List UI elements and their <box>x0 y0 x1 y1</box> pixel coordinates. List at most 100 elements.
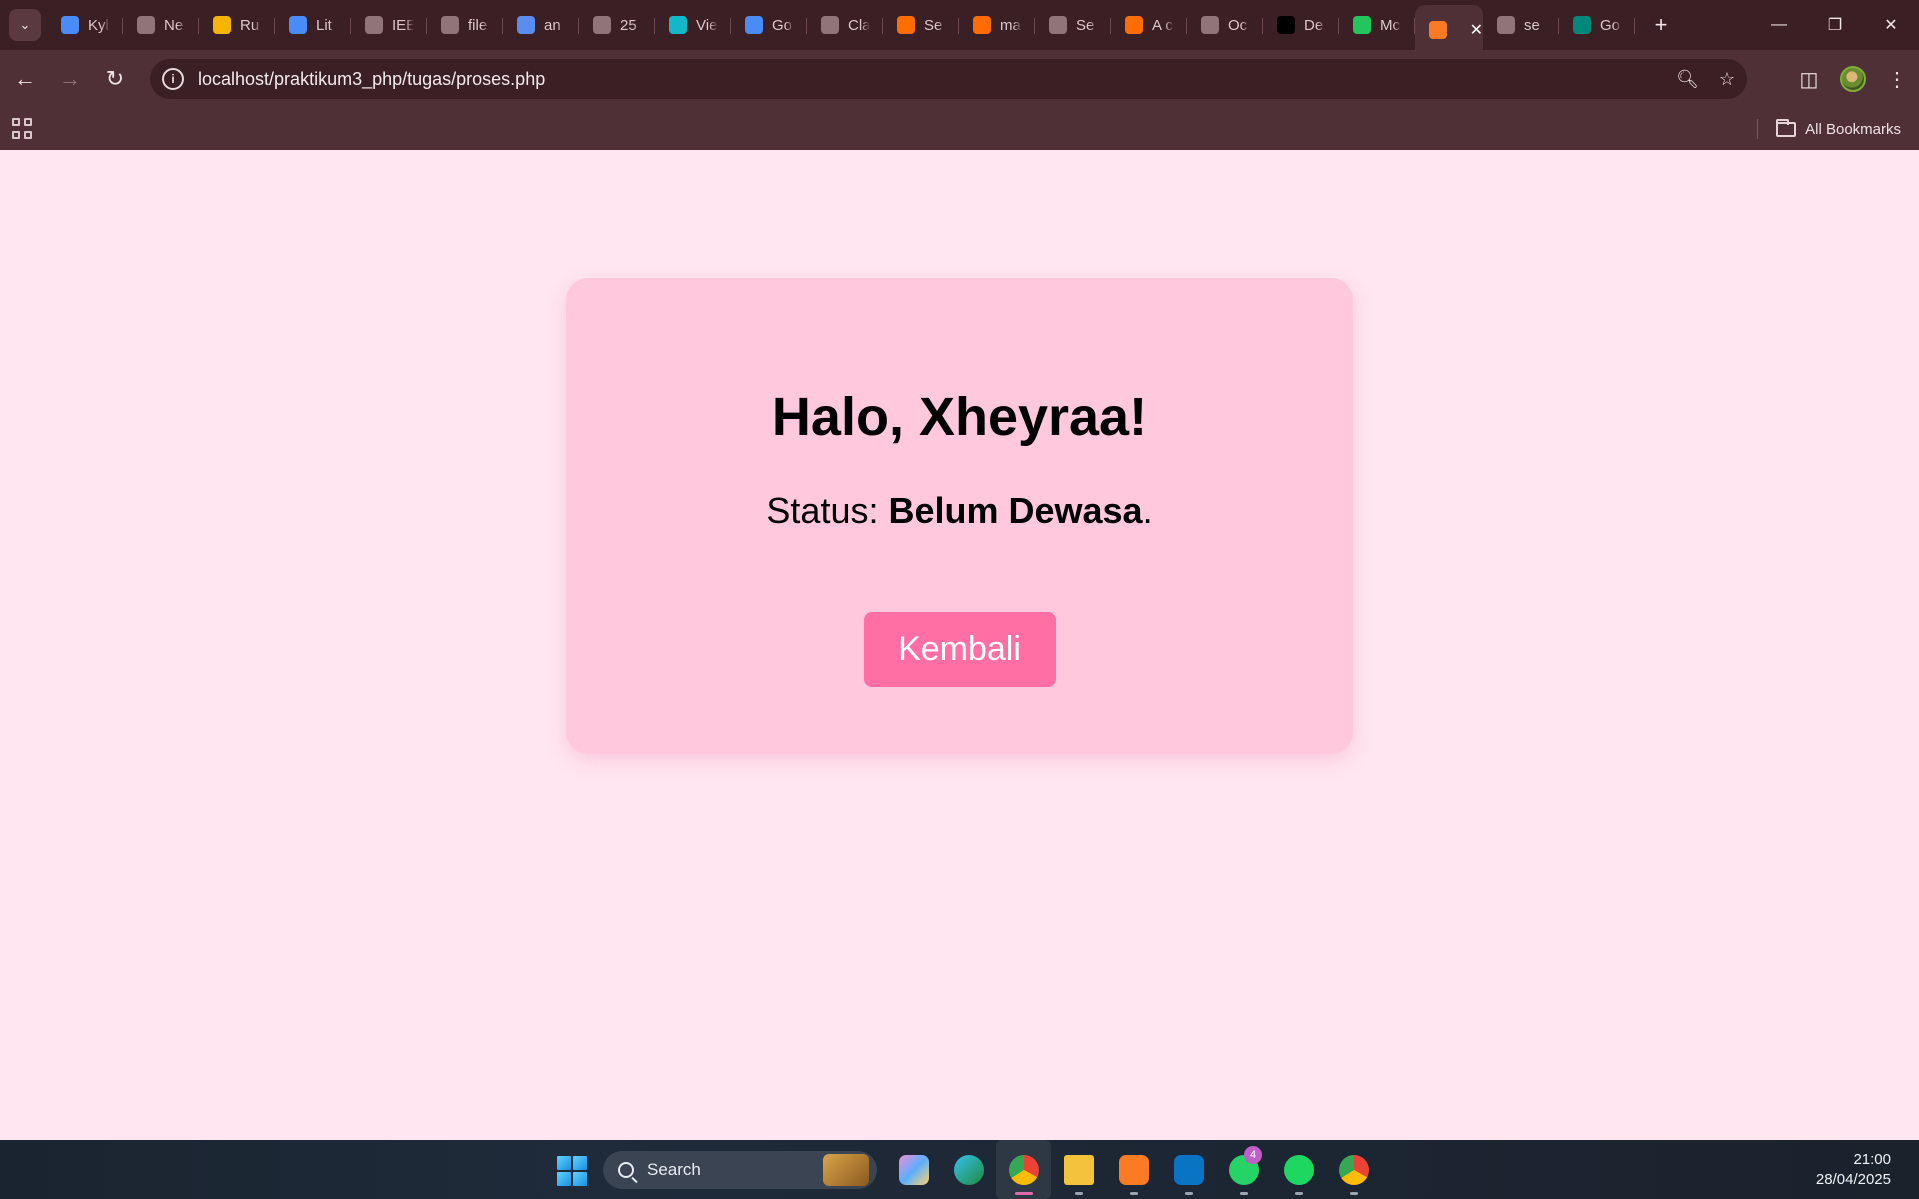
close-tab-icon[interactable]: ✕ <box>1470 20 1483 40</box>
arrow-left-icon: ← <box>14 66 36 91</box>
globe-icon <box>1049 16 1067 34</box>
browser-tab[interactable]: A c <box>1111 5 1187 45</box>
browser-tab[interactable]: Lit <box>275 5 351 45</box>
browser-tab[interactable]: Vie <box>655 5 731 45</box>
browser-tab[interactable]: Mc <box>1339 5 1415 45</box>
tab-list: Kyl Ne Ru Lit IEE file an 25 Vie Go Cla Se ma Se A c Oc… <box>47 0 1635 55</box>
browser-tab[interactable]: file <box>427 5 503 45</box>
tab-title: Go <box>1600 16 1621 34</box>
browser-tab[interactable]: Se <box>883 5 959 45</box>
canva-icon <box>669 16 687 34</box>
elsevier-icon <box>973 16 991 34</box>
system-clock[interactable]: 21:00 28/04/2025 <box>1816 1150 1891 1190</box>
globe-icon <box>593 16 611 34</box>
globe-icon <box>1497 16 1515 34</box>
elsevier-icon <box>1125 16 1143 34</box>
chrome-profile-app[interactable]: ​ <box>1326 1140 1381 1199</box>
greeting-heading: Halo, Xheyraa! <box>771 387 1148 447</box>
browser-tab[interactable]: Cla <box>807 5 883 45</box>
browser-tab[interactable]: ma <box>959 5 1035 45</box>
file-explorer-app[interactable]: ​ <box>1051 1140 1106 1199</box>
browser-tab[interactable]: Go <box>731 5 807 45</box>
profile-avatar[interactable] <box>1831 59 1875 99</box>
minimize-icon[interactable]: — <box>1751 0 1807 50</box>
globe-icon <box>441 16 459 34</box>
close-window-icon[interactable]: ✕ <box>1863 0 1919 50</box>
back-button[interactable]: ← <box>5 59 45 99</box>
bookmarks-bar: All Bookmarks <box>0 108 1919 150</box>
browser-tab[interactable]: Kyl <box>47 5 123 45</box>
globe-icon <box>365 16 383 34</box>
browser-tab[interactable]: an <box>503 5 579 45</box>
spotify-icon: ​ <box>1283 1154 1314 1185</box>
extensions-icon[interactable]: ◫ <box>1787 59 1831 99</box>
running-indicator <box>1129 1192 1138 1195</box>
folder-app-icon: ​ <box>1063 1154 1094 1185</box>
drive-icon <box>213 16 231 34</box>
zoom-icon[interactable]: 🔍︎ <box>1676 69 1699 90</box>
chrome-app[interactable]: ​ <box>996 1140 1051 1199</box>
browser-tab[interactable]: Se <box>1035 5 1111 45</box>
reload-icon: ↻ <box>105 66 125 91</box>
browser-tab[interactable]: ✕ <box>1415 5 1483 55</box>
xampp-icon: ​ <box>1118 1154 1149 1185</box>
clock-date: 28/04/2025 <box>1815 1171 1891 1188</box>
tab-title: Vie <box>696 16 718 34</box>
clock-time: 21:00 <box>1853 1151 1891 1168</box>
whatsapp-app[interactable]: ​4 <box>1216 1140 1271 1199</box>
reload-button[interactable]: ↻ <box>95 59 135 99</box>
page-viewport: Halo, Xheyraa! Status: Belum Dewasa. Kem… <box>0 150 1919 1140</box>
forward-button[interactable]: → <box>50 59 90 99</box>
zotero-icon <box>1353 16 1371 34</box>
menu-icon[interactable]: ⋮ <box>1875 59 1919 99</box>
status-suffix: . <box>1142 490 1153 531</box>
result-card: Halo, Xheyraa! Status: Belum Dewasa. Kem… <box>566 278 1353 754</box>
meet-icon <box>1573 16 1591 34</box>
apps-grid-icon[interactable] <box>12 118 34 140</box>
url-text[interactable]: localhost/praktikum3_php/tugas/proses.ph… <box>198 69 545 90</box>
vscode-icon: ​ <box>1173 1154 1204 1185</box>
tab-title: Kyl <box>88 16 109 34</box>
chrome-icon <box>137 16 155 34</box>
site-info-icon[interactable]: i <box>162 68 184 90</box>
browser-tab[interactable]: Ru <box>199 5 275 45</box>
restore-icon[interactable]: ❐ <box>1807 0 1863 50</box>
edge-app[interactable]: ​ <box>941 1140 996 1199</box>
running-indicator <box>1349 1192 1358 1195</box>
window-controls: — ❐ ✕ <box>1751 0 1919 50</box>
search-icon <box>618 1162 634 1178</box>
browser-tab[interactable]: se <box>1483 5 1559 45</box>
spotify-app[interactable]: ​ <box>1271 1140 1326 1199</box>
running-indicator <box>1014 1192 1033 1195</box>
browser-tab[interactable]: 25 <box>579 5 655 45</box>
xampp-app[interactable]: ​ <box>1106 1140 1161 1199</box>
copilot-app[interactable]: ​ <box>886 1140 941 1199</box>
edge-icon: ​ <box>953 1154 984 1185</box>
browser-tab[interactable]: Ne <box>123 5 199 45</box>
browser-tab[interactable]: De <box>1263 5 1339 45</box>
tab-title: Ru <box>240 16 260 34</box>
running-indicator <box>1294 1192 1303 1195</box>
globe-icon <box>821 16 839 34</box>
start-button[interactable] <box>557 1156 587 1186</box>
taskbar-apps: ​ ​ ​ ​ ​ ​ ​4 ​ ​ <box>886 1140 1381 1199</box>
all-bookmarks-button[interactable]: All Bookmarks <box>1805 121 1901 138</box>
tab-search-button[interactable]: ⌄ <box>9 9 41 41</box>
back-link-button[interactable]: Kembali <box>863 612 1056 687</box>
x-icon <box>1277 16 1295 34</box>
star-icon[interactable]: ☆ <box>1719 69 1735 90</box>
tab-title: file <box>468 16 488 34</box>
new-tab-button[interactable]: + <box>1649 12 1673 38</box>
running-indicator <box>1074 1192 1083 1195</box>
browser-tab[interactable]: Oc <box>1187 5 1263 45</box>
tab-title: Lit <box>316 16 332 34</box>
vscode-app[interactable]: ​ <box>1161 1140 1216 1199</box>
running-indicator <box>1184 1192 1193 1195</box>
browser-tab[interactable]: IEE <box>351 5 427 45</box>
browser-tab[interactable]: Go <box>1559 5 1635 45</box>
chrome-icon: ​ <box>1008 1154 1039 1185</box>
xampp-icon <box>1429 21 1447 39</box>
browser-toolbar: ← → ↻ i localhost/praktikum3_php/tugas/p… <box>0 50 1919 108</box>
address-bar[interactable]: i localhost/praktikum3_php/tugas/proses.… <box>150 59 1747 99</box>
taskbar-search[interactable]: Search <box>603 1151 877 1189</box>
